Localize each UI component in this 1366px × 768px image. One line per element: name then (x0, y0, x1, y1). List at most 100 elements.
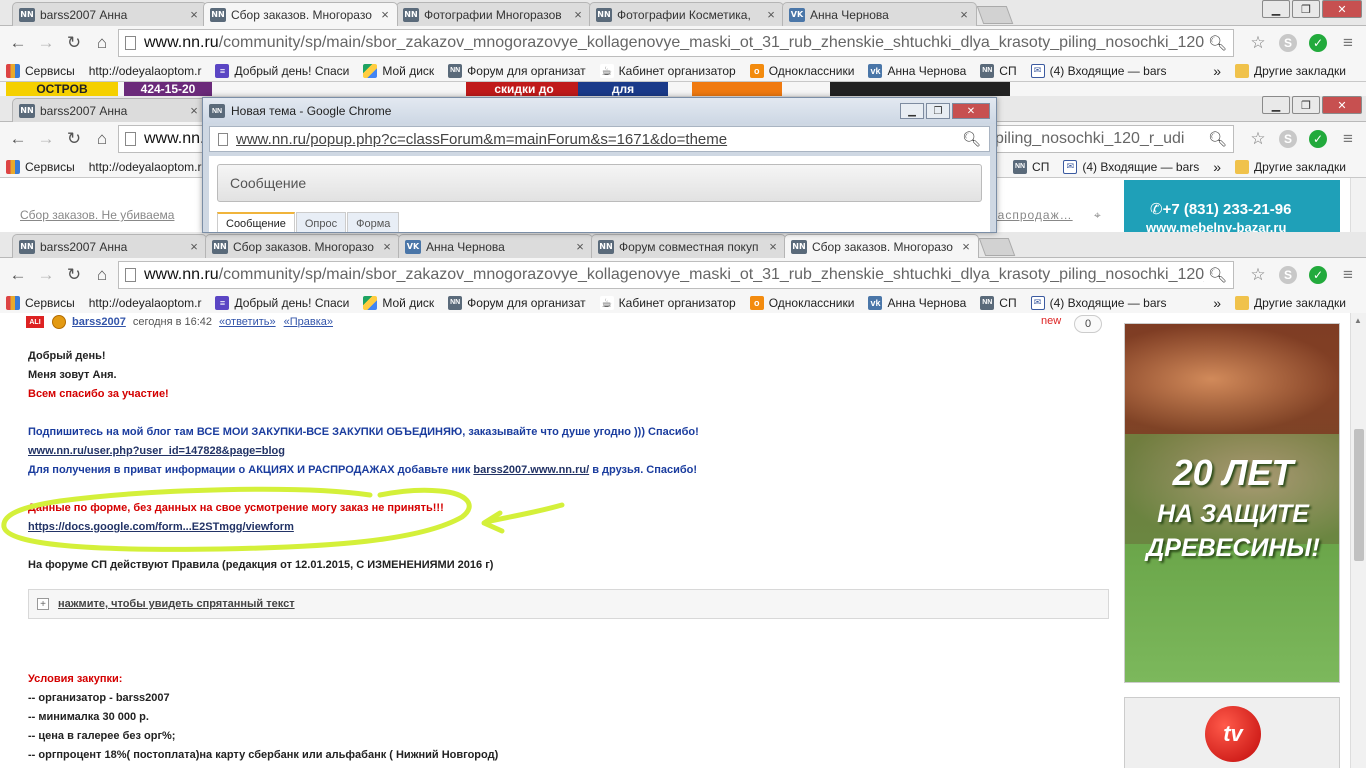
bookmark-mail[interactable]: ✉ (4) Входящие — bars (1030, 295, 1166, 310)
address-bar[interactable]: www.nn.ru/community/sp/main/sbor_zakazov… (118, 29, 1234, 57)
tab[interactable]: NN barss2007 Анна × (12, 234, 207, 258)
bookmark-forum[interactable]: NN Форум для организат (448, 295, 586, 310)
zoom-icon[interactable]: 🔍︎ (1208, 130, 1227, 148)
breadcrumb[interactable]: Сбор заказов. Не убиваема (20, 208, 174, 222)
extension-check-icon[interactable]: ✓ (1306, 263, 1330, 287)
skype-icon[interactable]: S (1276, 31, 1300, 55)
bookmark-drive[interactable]: Мой диск (363, 295, 434, 310)
popup-address-bar[interactable]: www.nn.ru/popup.php?c=classForum&m=mainF… (209, 126, 990, 152)
close-tab-icon[interactable]: × (379, 7, 391, 22)
close-window-icon[interactable]: ✕ (1322, 96, 1362, 114)
bookmark-sp[interactable]: NN СП (980, 295, 1017, 310)
new-tab-button[interactable] (976, 6, 1014, 24)
star-icon[interactable]: ☆ (1246, 263, 1270, 287)
tab[interactable]: NN Форум совместная покуп × (591, 234, 786, 258)
tab-active[interactable]: NN Сбор заказов. Многоразо × (203, 2, 398, 26)
minimize-icon[interactable]: ▁ (1262, 0, 1290, 18)
close-tab-icon[interactable]: × (188, 7, 200, 22)
close-tab-icon[interactable]: × (381, 239, 393, 254)
tab-poll[interactable]: Опрос (295, 212, 347, 232)
back-icon[interactable]: ← (6, 127, 30, 151)
bookmark-forum[interactable]: NN Форум для организат (448, 63, 586, 78)
wood-protection-ad[interactable]: 20 ЛЕТ НА ЗАЩИТЕ ДРЕВЕСИНЫ! (1124, 323, 1340, 683)
skype-icon[interactable]: S (1276, 127, 1300, 151)
back-icon[interactable]: ← (6, 31, 30, 55)
new-tab-button[interactable] (978, 238, 1016, 256)
menu-icon[interactable]: ≡ (1336, 127, 1360, 151)
tab-active[interactable]: NN Сбор заказов. Многоразо × (784, 234, 979, 258)
close-tab-icon[interactable]: × (188, 103, 200, 118)
bookmark-cabinet[interactable]: ☕ Кабинет организатор (599, 63, 736, 78)
zoom-icon[interactable]: 🔍︎ (962, 130, 981, 148)
tab[interactable]: NN Сбор заказов. Многоразо × (205, 234, 400, 258)
bookmark-vk[interactable]: vk Анна Чернова (868, 63, 966, 78)
bookmark-cabinet[interactable]: ☕ Кабинет организатор (599, 295, 736, 310)
reply-link[interactable]: «ответить» (219, 316, 276, 328)
google-form-link[interactable]: https://docs.google.com/form...E2STmgg/v… (28, 521, 294, 533)
home-icon[interactable]: ⌂ (90, 263, 114, 287)
star-icon[interactable]: ☆ (1246, 31, 1270, 55)
tab[interactable]: VK Анна Чернова × (782, 2, 977, 26)
bookmark-services[interactable]: Сервисы (6, 63, 75, 78)
close-tab-icon[interactable]: × (767, 239, 779, 254)
message-header-button[interactable]: Сообщение (217, 164, 982, 202)
zoom-icon[interactable]: 🔍︎ (1208, 266, 1227, 284)
reload-icon[interactable]: ↻ (62, 31, 86, 55)
minimize-icon[interactable]: ▁ (900, 103, 924, 119)
tab[interactable]: NN Фотографии Многоразов × (396, 2, 591, 26)
bookmark-doc[interactable]: ≡ Добрый день! Спаси (215, 295, 349, 310)
maximize-icon[interactable]: ❐ (1292, 96, 1320, 114)
skype-icon[interactable]: S (1276, 263, 1300, 287)
bookmarks-more-button[interactable]: » (1213, 295, 1221, 311)
tab-message[interactable]: Сообщение (217, 212, 295, 232)
bookmark-odeyala[interactable]: http://odeyalaoptom.r (89, 296, 202, 310)
zoom-icon[interactable]: 🔍︎ (1208, 34, 1227, 52)
extension-check-icon[interactable]: ✓ (1306, 127, 1330, 151)
bookmark-ok[interactable]: o Одноклассники (749, 63, 854, 78)
bookmark-odeyala[interactable]: http://odeyalaoptom.r (89, 64, 202, 78)
close-tab-icon[interactable]: × (765, 7, 777, 22)
bookmark-other[interactable]: Другие закладки (1235, 63, 1346, 78)
bookmarks-more-button[interactable]: » (1213, 63, 1221, 79)
bookmark-doc[interactable]: ≡ Добрый день! Спаси (215, 63, 349, 78)
spoiler-toggle[interactable]: + нажмите, чтобы увидеть спрятанный текс… (28, 589, 1109, 619)
bookmark-odeyala[interactable]: http://odeyalaoptom.r (89, 160, 202, 174)
close-tab-icon[interactable]: × (572, 7, 584, 22)
edit-link[interactable]: «Правка» (284, 316, 333, 328)
reload-icon[interactable]: ↻ (62, 127, 86, 151)
tab[interactable]: NN barss2007 Анна × (12, 98, 207, 122)
furniture-ad[interactable]: ✆+7 (831) 233-21-96 www.mebelny-bazar.ru (1124, 180, 1340, 232)
scrollbar-thumb[interactable] (1354, 429, 1364, 561)
close-tab-icon[interactable]: × (960, 239, 972, 254)
forward-icon[interactable]: → (34, 127, 58, 151)
bookmark-ok[interactable]: o Одноклассники (749, 295, 854, 310)
bookmark-services[interactable]: Сервисы (6, 295, 75, 310)
bookmark-drive[interactable]: Мой диск (363, 63, 434, 78)
back-icon[interactable]: ← (6, 263, 30, 287)
menu-icon[interactable]: ≡ (1336, 263, 1360, 287)
extension-check-icon[interactable]: ✓ (1306, 31, 1330, 55)
bookmark-vk[interactable]: vk Анна Чернова (868, 295, 966, 310)
close-tab-icon[interactable]: × (188, 239, 200, 254)
rating-count[interactable]: 0 (1074, 315, 1102, 333)
bookmark-sp[interactable]: NN СП (1013, 159, 1049, 174)
bookmark-other[interactable]: Другие закладки (1235, 295, 1346, 310)
forward-icon[interactable]: → (34, 31, 58, 55)
breadcrumb-right[interactable]: распродаж… (990, 208, 1073, 222)
minimize-icon[interactable]: ▁ (1262, 96, 1290, 114)
scrollbar[interactable] (1350, 178, 1366, 232)
address-bar[interactable]: www.nn.ru/community/sp/main/sbor_zakazov… (118, 261, 1234, 289)
forward-icon[interactable]: → (34, 263, 58, 287)
tab[interactable]: VK Анна Чернова × (398, 234, 593, 258)
post-author-link[interactable]: barss2007 (72, 316, 126, 328)
tab-form[interactable]: Форма (347, 212, 400, 232)
blog-link[interactable]: www.nn.ru/user.php?user_id=147828&page=b… (28, 445, 285, 457)
bookmark-sp[interactable]: NN СП (980, 63, 1017, 78)
close-tab-icon[interactable]: × (574, 239, 586, 254)
bookmark-mail[interactable]: ✉ (4) Входящие — bars (1030, 63, 1166, 78)
menu-icon[interactable]: ≡ (1336, 31, 1360, 55)
close-window-icon[interactable]: ✕ (1322, 0, 1362, 18)
bookmark-services[interactable]: Сервисы (6, 159, 75, 174)
bookmark-other[interactable]: Другие закладки (1235, 159, 1346, 174)
bookmark-mail[interactable]: ✉ (4) Входящие — bars (1063, 159, 1199, 174)
